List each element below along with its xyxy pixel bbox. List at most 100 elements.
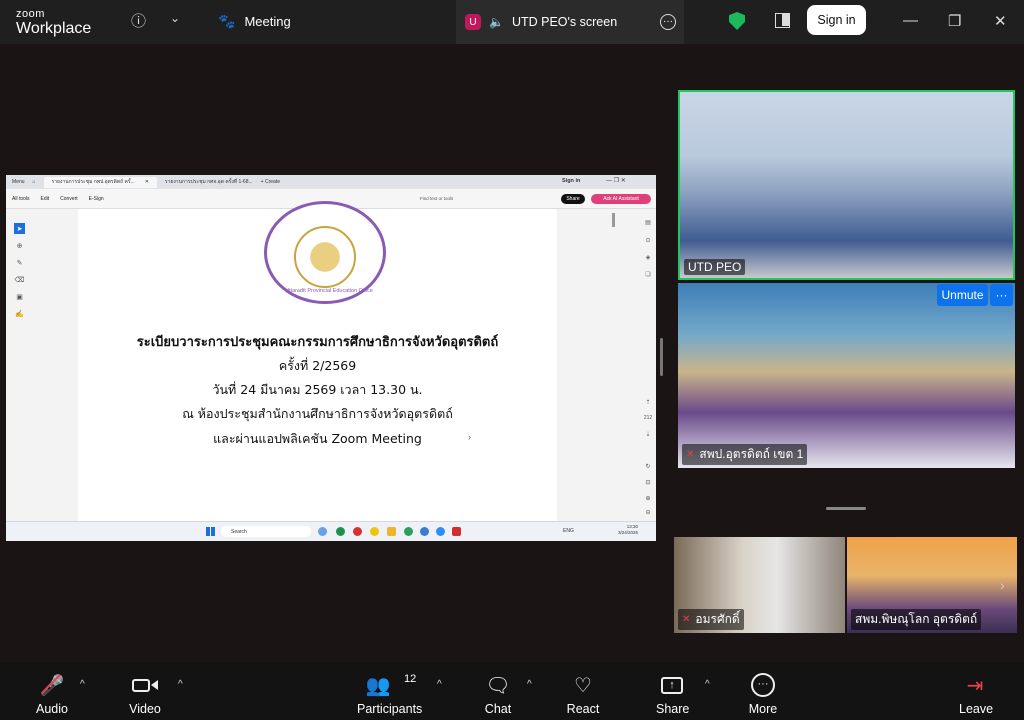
mic-muted-icon: 🎤 — [39, 673, 65, 697]
page-number: 212 — [643, 415, 653, 421]
browser-menu[interactable]: Menu — [12, 179, 25, 185]
chevron-right-icon[interactable]: › — [1000, 577, 1005, 593]
participant-tile-phitsanulok[interactable]: สพม.พิษณุโลก อุตรดิตถ์ — [847, 537, 1017, 633]
highlight-icon[interactable]: ⌫ — [14, 274, 25, 285]
app-icon[interactable] — [420, 527, 429, 536]
bookmark-icon[interactable]: ◈ — [643, 252, 653, 262]
tile-more-button[interactable]: ··· — [990, 284, 1013, 306]
line-icon[interactable] — [404, 527, 413, 536]
home-icon[interactable]: ⌂ — [33, 179, 36, 185]
zoom-in-icon[interactable]: ⊕ — [643, 493, 653, 503]
more-icon[interactable]: ··· — [660, 14, 676, 30]
clock-date: 3/24/2026 — [618, 529, 639, 535]
more-label: More — [748, 702, 778, 716]
taskbar-search[interactable]: Search — [221, 526, 311, 537]
zoom-logo: zoom Workplace — [16, 9, 91, 37]
tool-all-tools[interactable]: All tools — [12, 196, 30, 202]
participant-name-label: ✕ สพป.อุตรดิตถ์ เขต 1 — [682, 444, 808, 465]
gallery-splitter[interactable] — [826, 507, 866, 510]
language-indicator[interactable]: ENG — [563, 528, 574, 534]
video-label: Video — [129, 702, 161, 716]
leave-button[interactable]: ⇥ Leave — [959, 672, 993, 717]
participant-tile-utd-peo[interactable]: UTD PEO — [678, 90, 1015, 280]
video-icon — [127, 672, 163, 698]
participant-tile-amornsak[interactable]: ✕ อมรศักดิ์ — [674, 537, 845, 633]
participant-tile-district1[interactable]: ✕ สพป.อุตรดิตถ์ เขต 1 — [678, 283, 1015, 468]
video-caret-icon[interactable]: ^ — [178, 679, 183, 690]
scrollbar-thumb[interactable] — [612, 213, 615, 227]
close-icon[interactable]: ✕ — [145, 179, 149, 185]
chevron-right-icon[interactable]: › — [468, 432, 471, 442]
share-caret-icon[interactable]: ^ — [705, 679, 710, 690]
more-button[interactable]: ··· More — [748, 672, 778, 716]
taskbar-clock[interactable]: 13:30 3/24/2026 — [618, 524, 638, 536]
pdf-left-tools: ➤ ⊕ ✎ ⌫ ▣ ✍ — [6, 209, 78, 521]
zoom-out-icon[interactable]: ⊖ — [643, 507, 653, 517]
page-up-icon[interactable]: ⇡ — [643, 397, 653, 407]
opera-icon[interactable] — [353, 527, 362, 536]
windows-start-icon[interactable] — [206, 527, 215, 536]
cursor-icon[interactable]: ➤ — [14, 223, 25, 234]
panel-splitter[interactable] — [660, 338, 663, 376]
minimize-icon[interactable]: — — [903, 12, 918, 29]
sign-icon[interactable]: ✍ — [14, 308, 25, 319]
zoom-app-icon[interactable] — [436, 527, 445, 536]
window-controls-icon[interactable]: — ❐ ✕ — [606, 177, 626, 184]
close-icon[interactable]: ✕ — [994, 12, 1007, 30]
find-tools-input[interactable]: Find text or tools — [420, 196, 453, 201]
chat-label: Chat — [484, 702, 512, 716]
browser-tab-2[interactable]: รายงานการประชุม กศจ.อุต ครั้งที่ 1-68... — [165, 178, 253, 186]
pages-icon[interactable]: ❏ — [643, 269, 653, 279]
edge-icon[interactable] — [336, 527, 345, 536]
info-icon[interactable]: ⓘ — [131, 10, 146, 31]
textbox-icon[interactable]: ▣ — [14, 291, 25, 302]
participants-caret-icon[interactable]: ^ — [437, 679, 442, 690]
link-icon[interactable]: ⊙ — [643, 235, 653, 245]
taskview-icon[interactable] — [318, 527, 327, 536]
audio-button[interactable]: 🎤 Audio — [33, 672, 71, 716]
browser-tab-1-label: รายงานการประชุม กพป.อุตรดิตถ์ ครั้... — [51, 179, 135, 185]
browser-sign-in[interactable]: Sign in — [562, 178, 580, 184]
tool-convert[interactable]: Convert — [60, 196, 78, 202]
react-button[interactable]: ♡ React — [566, 672, 600, 717]
brand-line1: zoom — [16, 8, 45, 20]
tool-edit[interactable]: Edit — [41, 196, 50, 202]
paw-icon: 🐾 — [218, 13, 236, 29]
acrobat-icon[interactable] — [452, 527, 461, 536]
rotate-icon[interactable]: ↻ — [643, 461, 653, 471]
unmute-button[interactable]: Unmute — [937, 284, 988, 306]
participant-count: 12 — [404, 673, 417, 685]
browser-tab-1[interactable]: รายงานการประชุม กพป.อุตรดิตถ์ ครั้... ✕ — [43, 176, 157, 188]
tool-esign[interactable]: E-Sign — [89, 196, 104, 202]
maximize-icon[interactable]: ❐ — [948, 12, 961, 30]
pen-icon[interactable]: ✎ — [14, 257, 25, 268]
layout-icon[interactable] — [775, 13, 790, 28]
zoom-icon[interactable]: ⊕ — [14, 240, 25, 251]
meeting-tab[interactable]: 🐾 Meeting — [218, 13, 291, 30]
participants-label: Participants — [357, 702, 423, 716]
speaker-icon: 🔈 — [489, 15, 504, 29]
sign-in-button[interactable]: Sign in — [807, 5, 866, 35]
more-icon: ··· — [748, 672, 778, 698]
folder-icon[interactable] — [387, 527, 396, 536]
doc-session: ครั้งที่ 2/2569 — [278, 358, 357, 373]
ai-assistant-button[interactable]: Ask AI Assistant — [591, 194, 651, 204]
mic-off-icon: ✕ — [686, 449, 695, 460]
fit-icon[interactable]: ⊡ — [643, 477, 653, 487]
chrome-icon[interactable] — [370, 527, 379, 536]
pdf-page: Uttaradit Provincial Education Office ระ… — [78, 201, 557, 521]
screen-share-tab[interactable]: U 🔈 UTD PEO's screen ··· — [456, 0, 684, 44]
audio-caret-icon[interactable]: ^ — [80, 679, 85, 690]
share-button[interactable]: ↑ Share — [656, 672, 689, 716]
chat-caret-icon[interactable]: ^ — [527, 679, 532, 690]
chevron-down-icon[interactable]: ⌄ — [170, 11, 180, 25]
share-tab-title: UTD PEO's screen — [511, 15, 618, 29]
shield-icon[interactable] — [729, 12, 745, 30]
video-button[interactable]: Video — [127, 672, 163, 716]
new-tab-button[interactable]: + Create — [261, 179, 280, 185]
comment-icon[interactable]: ▤ — [643, 217, 653, 227]
office-seal: Uttaradit Provincial Education Office — [264, 201, 386, 304]
chat-button[interactable]: 🗨 Chat — [484, 672, 512, 717]
pdf-share-button[interactable]: Share — [561, 194, 585, 204]
page-down-icon[interactable]: ⇣ — [643, 429, 653, 439]
